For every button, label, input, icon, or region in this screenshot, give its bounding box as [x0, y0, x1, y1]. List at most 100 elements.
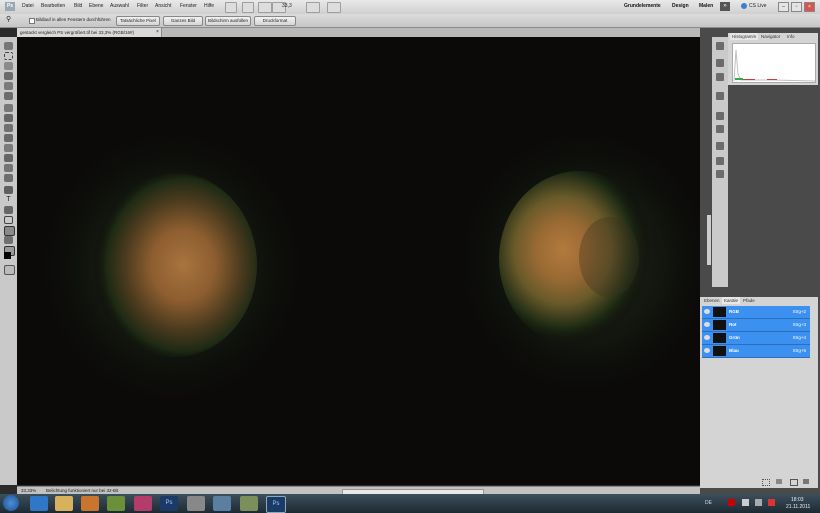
- vertical-scrollbar[interactable]: [707, 215, 711, 265]
- app4-icon[interactable]: [213, 496, 231, 511]
- clone-source-panel-icon[interactable]: [716, 92, 724, 100]
- arrange-documents-button[interactable]: [306, 2, 320, 13]
- print-size-button[interactable]: Druckformat: [254, 16, 296, 26]
- actual-pixels-button[interactable]: Tatsächliche Pixel: [116, 16, 160, 26]
- marquee-tool-icon[interactable]: [4, 52, 13, 60]
- more-workspaces-button[interactable]: »: [720, 2, 730, 11]
- menu-auswahl[interactable]: Auswahl: [110, 3, 129, 9]
- 3d-panel-icon[interactable]: [716, 142, 724, 150]
- restore-icon[interactable]: ▫: [791, 2, 802, 12]
- eyedropper-tool-icon[interactable]: [4, 92, 13, 100]
- actions-panel-icon[interactable]: [716, 59, 724, 67]
- start-button[interactable]: [3, 495, 19, 511]
- photoshop-active-taskbar-icon[interactable]: Ps: [266, 496, 286, 513]
- zoom-tool-icon[interactable]: ⚲: [6, 16, 16, 24]
- minibridge-button[interactable]: [242, 2, 254, 13]
- quick-mask-icon[interactable]: [4, 265, 15, 275]
- menu-ebene[interactable]: Ebene: [89, 3, 103, 9]
- lasso-tool-icon[interactable]: [4, 62, 13, 70]
- paint-bucket-tool-icon[interactable]: [4, 154, 13, 162]
- fill-screen-button[interactable]: Bildschirm ausfüllen: [205, 16, 251, 26]
- character-panel-icon[interactable]: [716, 112, 724, 120]
- app-icon[interactable]: [107, 496, 125, 511]
- pen-tool-icon[interactable]: [4, 186, 13, 194]
- tab-histogramm[interactable]: Histogramm: [730, 33, 759, 40]
- visibility-eye-icon[interactable]: [704, 335, 710, 340]
- language-indicator[interactable]: DE: [705, 500, 712, 506]
- eraser-tool-icon[interactable]: [4, 144, 13, 152]
- app2-icon[interactable]: [134, 496, 152, 511]
- channel-row-gruen[interactable]: Grün Strg+4: [702, 332, 810, 345]
- app3-icon[interactable]: [187, 496, 205, 511]
- menu-ansicht[interactable]: Ansicht: [155, 3, 171, 9]
- path-select-tool-icon[interactable]: [4, 206, 13, 214]
- foreground-color-swatch[interactable]: [4, 252, 11, 259]
- tray-icon-1[interactable]: [728, 499, 735, 506]
- save-selection-icon[interactable]: [776, 479, 782, 484]
- channel-row-rgb[interactable]: RGB Strg+2: [702, 306, 810, 319]
- paragraph-panel-icon[interactable]: [716, 125, 724, 133]
- workspace-design[interactable]: Design: [672, 3, 689, 9]
- workspace-malen[interactable]: Malen: [699, 3, 713, 9]
- crop-tool-icon[interactable]: [4, 82, 13, 90]
- animation-panel-icon[interactable]: [716, 170, 724, 178]
- history-brush-tool-icon[interactable]: [4, 134, 13, 142]
- menu-fenster[interactable]: Fenster: [180, 3, 197, 9]
- document-canvas[interactable]: [17, 37, 700, 485]
- tab-navigator[interactable]: Navigator: [759, 33, 782, 40]
- brush-tool-icon[interactable]: [4, 114, 13, 122]
- dodge-tool-icon[interactable]: [4, 174, 13, 182]
- tray-icon-3[interactable]: [768, 499, 775, 506]
- measurement-panel-icon[interactable]: [716, 157, 724, 165]
- load-selection-icon[interactable]: [762, 479, 770, 486]
- visibility-eye-icon[interactable]: [704, 348, 710, 353]
- explorer-folder-icon[interactable]: [55, 496, 73, 511]
- close-icon[interactable]: ×: [804, 2, 815, 12]
- screen-mode-button[interactable]: [327, 2, 341, 13]
- brushes-panel-icon[interactable]: [716, 73, 724, 81]
- healing-brush-tool-icon[interactable]: [4, 104, 13, 112]
- document-tab[interactable]: gestackt vergleich PS vergrößert.tif bei…: [17, 28, 162, 37]
- new-channel-icon[interactable]: [790, 479, 798, 486]
- media-player-icon[interactable]: [81, 496, 99, 511]
- visibility-eye-icon[interactable]: [704, 322, 710, 327]
- clock-time[interactable]: 18:03: [791, 497, 804, 503]
- fit-screen-button[interactable]: Ganzes Bild: [163, 16, 203, 26]
- type-tool-icon[interactable]: T: [4, 196, 13, 204]
- tab-info[interactable]: Info: [785, 33, 797, 40]
- tray-icon-2[interactable]: [742, 499, 749, 506]
- channel-row-blau[interactable]: Blau Strg+5: [702, 345, 810, 358]
- scroll-all-checkbox[interactable]: [29, 18, 35, 24]
- minimize-icon[interactable]: –: [778, 2, 789, 12]
- menu-datei[interactable]: Datei: [22, 3, 34, 9]
- cs-live-button[interactable]: CS Live: [749, 3, 767, 9]
- trash-icon[interactable]: [803, 479, 809, 484]
- quick-select-tool-icon[interactable]: [4, 72, 13, 80]
- history-panel-icon[interactable]: [716, 42, 724, 50]
- zoom-level[interactable]: 33,3: [282, 3, 292, 9]
- move-tool-icon[interactable]: [4, 42, 13, 50]
- 3d-rotate-tool-icon[interactable]: [4, 226, 15, 236]
- shape-tool-icon[interactable]: [4, 216, 13, 224]
- tab-kanaele[interactable]: Kanäle: [722, 297, 741, 304]
- app5-icon[interactable]: [240, 496, 258, 511]
- hand-tool-icon[interactable]: [4, 236, 13, 244]
- tab-pfade[interactable]: Pfade: [741, 297, 757, 304]
- blur-tool-icon[interactable]: [4, 164, 13, 172]
- channel-row-rot[interactable]: Rot Strg+3: [702, 319, 810, 332]
- menu-bild[interactable]: Bild: [74, 3, 82, 9]
- view-extras-button[interactable]: [258, 2, 272, 13]
- photoshop-taskbar-icon[interactable]: Ps: [160, 496, 178, 511]
- bridge-button[interactable]: [225, 2, 237, 13]
- internet-explorer-icon[interactable]: [30, 496, 48, 511]
- clock-date[interactable]: 21.11.2011: [786, 504, 810, 510]
- menu-bearbeiten[interactable]: Bearbeiten: [41, 3, 65, 9]
- workspace-grundelemente[interactable]: Grundelemente: [624, 3, 661, 9]
- tab-ebenen[interactable]: Ebenen: [702, 297, 722, 304]
- close-tab-icon[interactable]: ×: [156, 29, 159, 35]
- menu-hilfe[interactable]: Hilfe: [204, 3, 214, 9]
- visibility-eye-icon[interactable]: [704, 309, 710, 314]
- clone-stamp-tool-icon[interactable]: [4, 124, 13, 132]
- volume-icon[interactable]: [755, 499, 762, 506]
- menu-filter[interactable]: Filter: [137, 3, 148, 9]
